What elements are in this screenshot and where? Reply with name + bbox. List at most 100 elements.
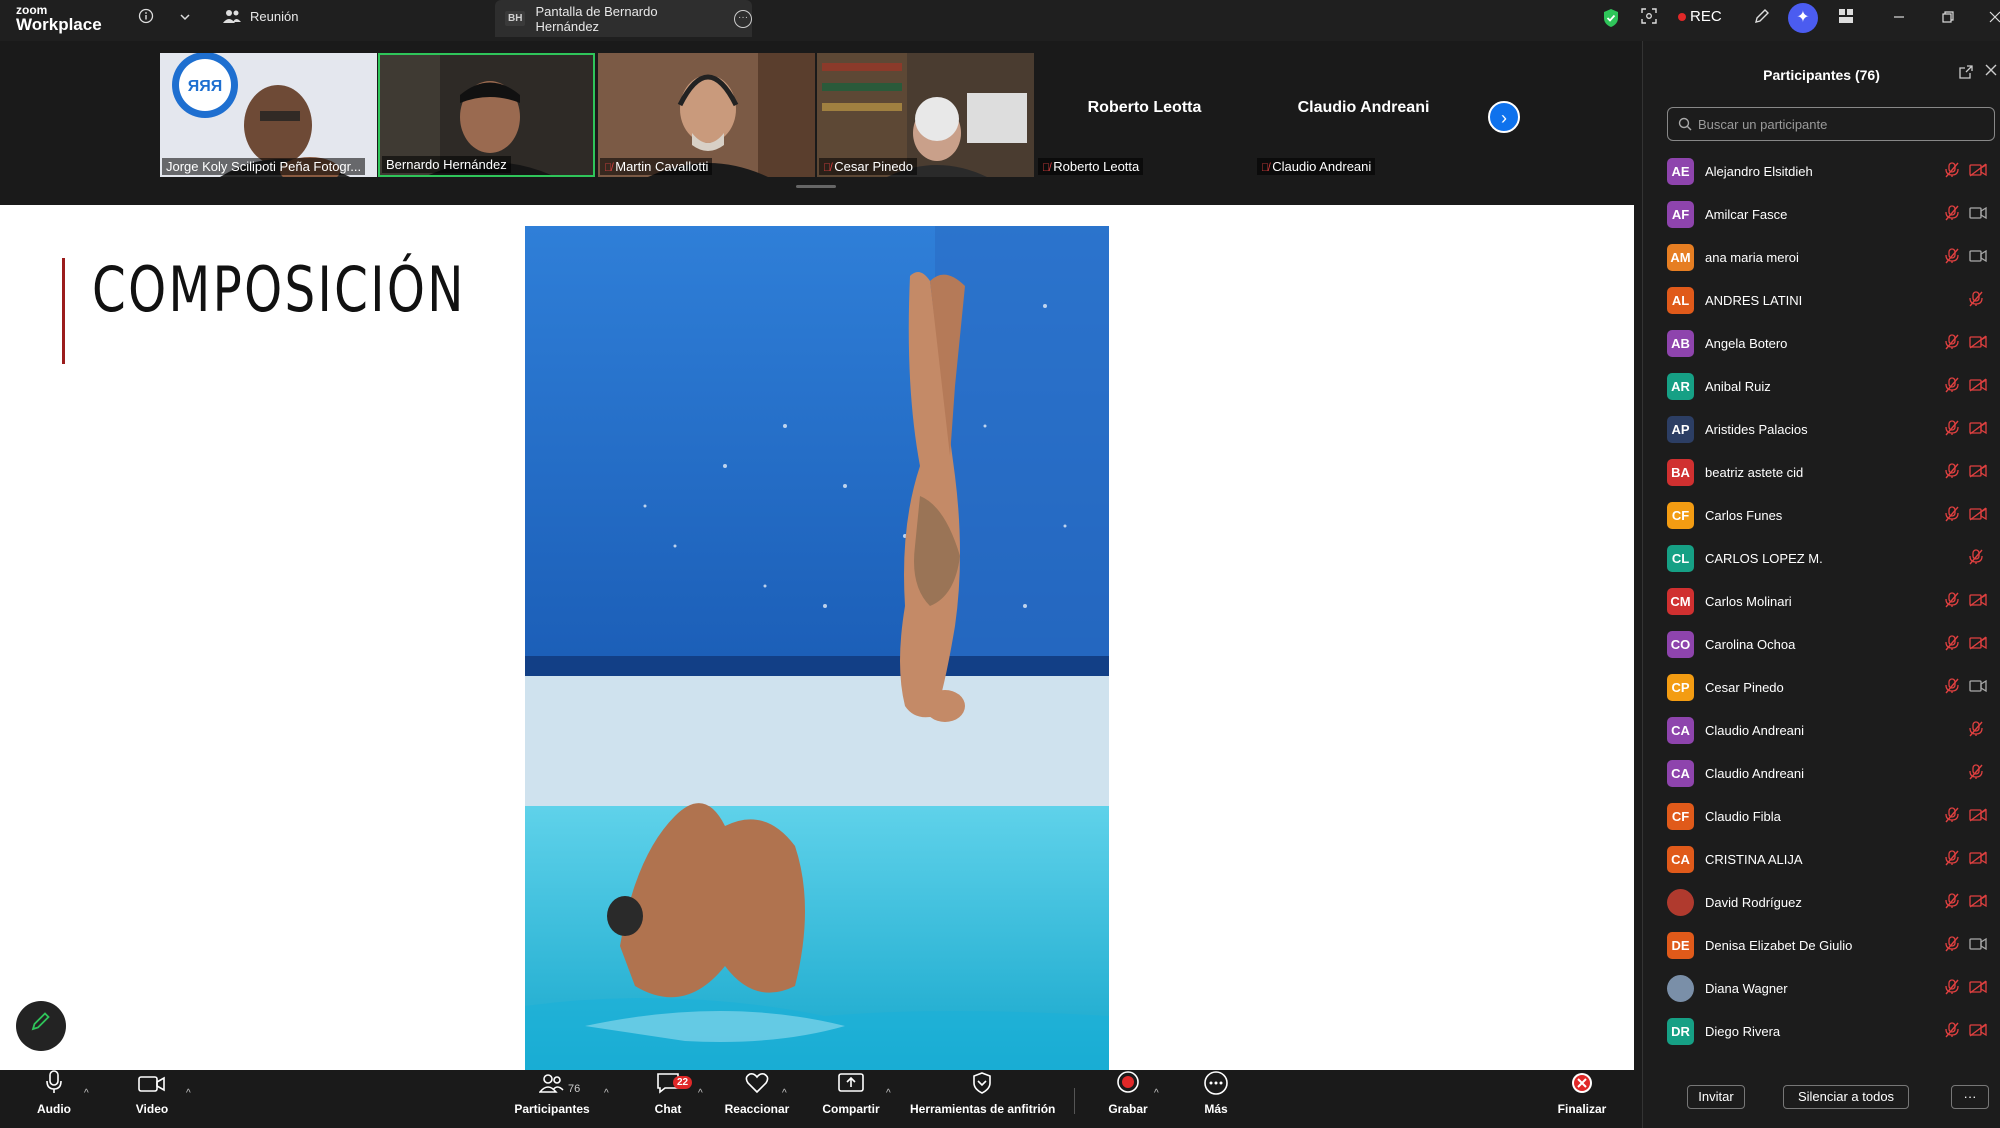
participant-row[interactable]: CO Carolina Ochoa [1643,623,2000,666]
mic-muted-icon[interactable] [1945,205,1959,224]
video-tile[interactable]: Claudio Andreani 🎙̸ Claudio Andreani [1255,53,1472,177]
participant-row[interactable]: AE Alejandro Elsitdieh [1643,150,2000,193]
video-tile[interactable]: 🎙̸ Cesar Pinedo [817,53,1034,177]
strip-resize-handle[interactable] [796,185,836,188]
mic-muted-icon[interactable] [1945,678,1959,697]
recording-indicator[interactable]: REC [1678,8,1722,25]
mic-muted-icon[interactable] [1945,893,1959,912]
video-button[interactable]: Video [132,1070,172,1128]
mic-muted-icon[interactable] [1945,248,1959,267]
participant-row[interactable]: AF Amilcar Fasce [1643,193,2000,236]
end-meeting-button[interactable]: Finalizar [1556,1070,1608,1128]
mic-muted-icon[interactable] [1945,420,1959,439]
video-tile[interactable]: ЯЯЯ Jorge Koly Scilipoti Peña Fotogr... [160,53,377,177]
participant-list[interactable]: AE Alejandro Elsitdieh AF Amilcar Fasce AM an… [1643,150,2000,1060]
participant-search[interactable] [1667,107,1995,141]
participant-row[interactable]: AL ANDRES LATINI [1643,279,2000,322]
info-icon[interactable] [135,8,157,30]
audio-button[interactable]: Audio [36,1070,72,1128]
participant-row[interactable]: AP Aristides Palacios [1643,408,2000,451]
ai-companion-icon[interactable]: ✦ [1788,3,1818,33]
chat-options-caret-icon[interactable]: ^ [698,1088,703,1099]
host-tools-button[interactable]: Herramientas de anfitrión [910,1070,1055,1128]
apps-icon[interactable] [1835,8,1857,30]
video-off-icon[interactable] [1969,163,1987,180]
mute-all-button[interactable]: Silenciar a todos [1783,1085,1909,1109]
chevron-down-icon[interactable] [174,8,196,30]
video-off-icon[interactable] [1969,593,1987,610]
mic-muted-icon[interactable] [1945,635,1959,654]
participant-row[interactable]: DR Diego Rivera [1643,1010,2000,1053]
mic-muted-icon[interactable] [1945,162,1959,181]
participant-row[interactable]: AM ana maria meroi [1643,236,2000,279]
participant-row[interactable]: CA CRISTINA ALIJA [1643,838,2000,881]
search-input[interactable] [1698,116,1988,132]
record-options-caret-icon[interactable]: ^ [1154,1088,1159,1099]
minimize-icon[interactable] [1888,8,1910,30]
video-on-icon[interactable] [1969,937,1987,954]
video-off-icon[interactable] [1969,1023,1987,1040]
video-off-icon[interactable] [1969,464,1987,481]
more-button[interactable]: ··· [1951,1085,1989,1109]
participant-row[interactable]: AR Anibal Ruiz [1643,365,2000,408]
fullscreen-icon[interactable] [1638,8,1660,30]
participant-row[interactable]: DE Denisa Elizabet De Giulio [1643,924,2000,967]
video-off-icon[interactable] [1969,851,1987,868]
close-panel-icon[interactable] [1985,63,1997,81]
video-off-icon[interactable] [1969,808,1987,825]
participant-row[interactable]: AB Angela Botero [1643,322,2000,365]
participant-row[interactable]: CA Claudio Andreani [1643,752,2000,795]
mic-muted-icon[interactable] [1969,549,1983,568]
participant-row[interactable]: Diana Wagner [1643,967,2000,1010]
audio-options-caret-icon[interactable]: ^ [84,1088,89,1099]
participant-row[interactable]: CL CARLOS LOPEZ M. [1643,537,2000,580]
popout-icon[interactable] [1959,65,1973,82]
video-off-icon[interactable] [1969,980,1987,997]
share-button[interactable]: Compartir [820,1070,882,1128]
mic-muted-icon[interactable] [1945,979,1959,998]
mic-muted-icon[interactable] [1945,592,1959,611]
meeting-tab[interactable]: Reunión [222,8,298,24]
video-on-icon[interactable] [1969,679,1987,696]
video-off-icon[interactable] [1969,421,1987,438]
mic-muted-icon[interactable] [1945,377,1959,396]
mic-muted-icon[interactable] [1969,764,1983,783]
next-page-button[interactable]: › [1488,101,1520,133]
mic-muted-icon[interactable] [1969,291,1983,310]
video-on-icon[interactable] [1969,206,1987,223]
video-options-caret-icon[interactable]: ^ [186,1088,191,1099]
participant-row[interactable]: CP Cesar Pinedo [1643,666,2000,709]
record-button[interactable]: Grabar [1108,1070,1148,1128]
restore-icon[interactable] [1937,8,1959,30]
participant-row[interactable]: BA beatriz astete cid [1643,451,2000,494]
pen-icon[interactable] [1751,8,1773,30]
video-off-icon[interactable] [1969,636,1987,653]
screen-share-tab[interactable]: BH Pantalla de Bernardo Hernández ··· [495,0,752,37]
mic-muted-icon[interactable] [1945,463,1959,482]
mic-muted-icon[interactable] [1945,936,1959,955]
close-icon[interactable] [1984,8,2000,30]
more-options-icon[interactable]: ··· [734,9,752,28]
participant-row[interactable]: David Rodríguez [1643,881,2000,924]
video-off-icon[interactable] [1969,507,1987,524]
invite-button[interactable]: Invitar [1687,1085,1745,1109]
shield-check-icon[interactable] [1600,8,1622,30]
mic-muted-icon[interactable] [1945,334,1959,353]
video-tile[interactable]: Roberto Leotta 🎙̸ Roberto Leotta [1036,53,1253,177]
more-button[interactable]: Más [1198,1070,1234,1128]
video-off-icon[interactable] [1969,378,1987,395]
participants-button[interactable]: Participantes [512,1070,592,1128]
mic-muted-icon[interactable] [1945,1022,1959,1041]
mic-muted-icon[interactable] [1945,850,1959,869]
participant-row[interactable]: CM Carlos Molinari [1643,580,2000,623]
video-off-icon[interactable] [1969,335,1987,352]
mic-muted-icon[interactable] [1945,506,1959,525]
react-options-caret-icon[interactable]: ^ [782,1088,787,1099]
video-off-icon[interactable] [1969,894,1987,911]
video-tile-active[interactable]: Bernardo Hernández [378,53,595,177]
participant-row[interactable]: CF Carlos Funes [1643,494,2000,537]
mic-muted-icon[interactable] [1945,807,1959,826]
participants-options-caret-icon[interactable]: ^ [604,1088,609,1099]
annotate-button[interactable] [16,1001,66,1051]
mic-muted-icon[interactable] [1969,721,1983,740]
